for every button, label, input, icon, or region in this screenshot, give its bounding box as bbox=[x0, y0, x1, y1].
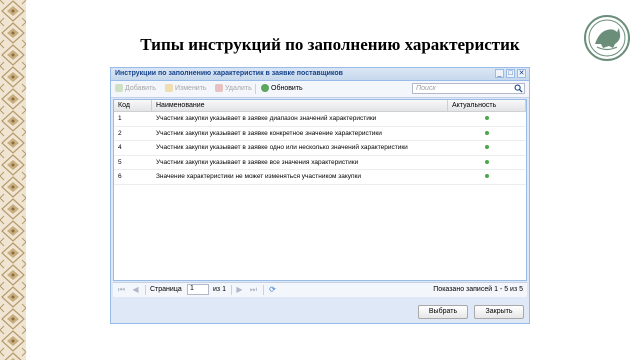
table-row[interactable]: 2 Участник закупки указывает в заявке ко… bbox=[114, 127, 526, 141]
row-name: Значение характеристики не может изменят… bbox=[156, 173, 362, 180]
toolbar-separator bbox=[255, 84, 256, 94]
add-button-label: Добавить bbox=[125, 84, 156, 92]
row-code: 4 bbox=[118, 144, 122, 151]
records-summary: Показано записей 1 - 5 из 5 bbox=[433, 286, 523, 293]
slide-title: Типы инструкций по заполнению характерис… bbox=[140, 35, 520, 54]
window-titlebar[interactable]: Инструкции по заполнению характеристик в… bbox=[111, 68, 529, 81]
pager-separator bbox=[231, 285, 232, 295]
window-title: Инструкции по заполнению характеристик в… bbox=[115, 70, 343, 77]
refresh-icon bbox=[261, 84, 269, 92]
delete-button[interactable]: Удалить bbox=[215, 84, 252, 92]
active-status-icon bbox=[485, 159, 489, 164]
last-page-icon[interactable]: ⏭ bbox=[249, 285, 258, 294]
refresh-button-label: Обновить bbox=[271, 84, 303, 92]
row-active bbox=[448, 170, 526, 184]
row-active bbox=[448, 141, 526, 155]
row-active bbox=[448, 156, 526, 170]
row-name: Участник закупки указывает в заявке все … bbox=[156, 158, 359, 166]
row-code: 1 bbox=[118, 115, 122, 122]
row-code: 5 bbox=[118, 158, 122, 166]
maximize-button[interactable]: □ bbox=[506, 69, 515, 78]
page-number-input[interactable]: 1 bbox=[187, 284, 209, 295]
emblem-logo bbox=[583, 14, 631, 62]
column-header-code[interactable]: Код bbox=[114, 100, 152, 111]
window-tools: _ □ ✕ bbox=[495, 69, 526, 78]
row-active bbox=[448, 112, 526, 126]
next-page-icon[interactable]: ▶ bbox=[235, 285, 244, 294]
toolbar: Добавить Изменить Удалить Обновить Поиск bbox=[111, 81, 529, 98]
instructions-window: Инструкции по заполнению характеристик в… bbox=[110, 67, 530, 324]
active-status-icon bbox=[485, 130, 489, 135]
ornament-pattern bbox=[0, 0, 26, 360]
row-name: Участник закупки указывает в заявке одно… bbox=[156, 144, 408, 151]
column-header-active[interactable]: Актуальность bbox=[448, 100, 526, 111]
edit-button-label: Изменить bbox=[175, 84, 207, 92]
row-code: 2 bbox=[118, 129, 122, 137]
search-icon[interactable] bbox=[514, 84, 523, 93]
edit-icon bbox=[165, 84, 173, 92]
table-row[interactable]: 6 Значение характеристики не может измен… bbox=[114, 170, 526, 185]
pager-separator bbox=[263, 285, 264, 295]
table-row[interactable]: 1 Участник закупки указывает в заявке ди… bbox=[114, 112, 526, 127]
column-header-name[interactable]: Наименование bbox=[152, 100, 448, 111]
search-placeholder: Поиск bbox=[416, 85, 436, 92]
row-code: 6 bbox=[118, 173, 122, 180]
delete-button-label: Удалить bbox=[225, 84, 252, 92]
pagination-bar: ⏮ ◀ Страница 1 из 1 ▶ ⏭ ⟳ Показано запис… bbox=[113, 282, 527, 297]
first-page-icon[interactable]: ⏮ bbox=[117, 285, 126, 294]
window-footer: Выбрать Закрыть bbox=[111, 298, 529, 323]
row-active bbox=[448, 127, 526, 141]
close-button[interactable]: ✕ bbox=[517, 69, 526, 78]
delete-icon bbox=[215, 84, 223, 92]
row-name: Участник закупки указывает в заявке диап… bbox=[156, 115, 377, 122]
refresh-button[interactable]: Обновить bbox=[261, 84, 303, 92]
instructions-grid: Код Наименование Актуальность 1 Участник… bbox=[113, 99, 527, 281]
close-dialog-button[interactable]: Закрыть bbox=[474, 305, 524, 319]
ornament-border bbox=[0, 0, 26, 360]
minimize-button[interactable]: _ bbox=[495, 69, 504, 78]
select-button[interactable]: Выбрать bbox=[418, 305, 468, 319]
active-status-icon bbox=[485, 145, 489, 149]
add-icon bbox=[115, 84, 123, 92]
table-row[interactable]: 5 Участник закупки указывает в заявке вс… bbox=[114, 156, 526, 170]
table-row[interactable]: 4 Участник закупки указывает в заявке од… bbox=[114, 141, 526, 156]
edit-button[interactable]: Изменить bbox=[165, 84, 207, 92]
add-button[interactable]: Добавить bbox=[115, 84, 156, 92]
pager-separator bbox=[145, 285, 146, 295]
search-input[interactable]: Поиск bbox=[412, 83, 525, 94]
prev-page-icon[interactable]: ◀ bbox=[131, 285, 140, 294]
active-status-icon bbox=[485, 174, 489, 178]
page-label: Страница bbox=[150, 286, 182, 293]
row-name: Участник закупки указывает в заявке конк… bbox=[156, 129, 382, 137]
refresh-page-icon[interactable]: ⟳ bbox=[268, 285, 277, 294]
page-count-label: из 1 bbox=[213, 286, 226, 293]
grid-header: Код Наименование Актуальность bbox=[114, 100, 526, 112]
active-status-icon bbox=[485, 116, 489, 120]
